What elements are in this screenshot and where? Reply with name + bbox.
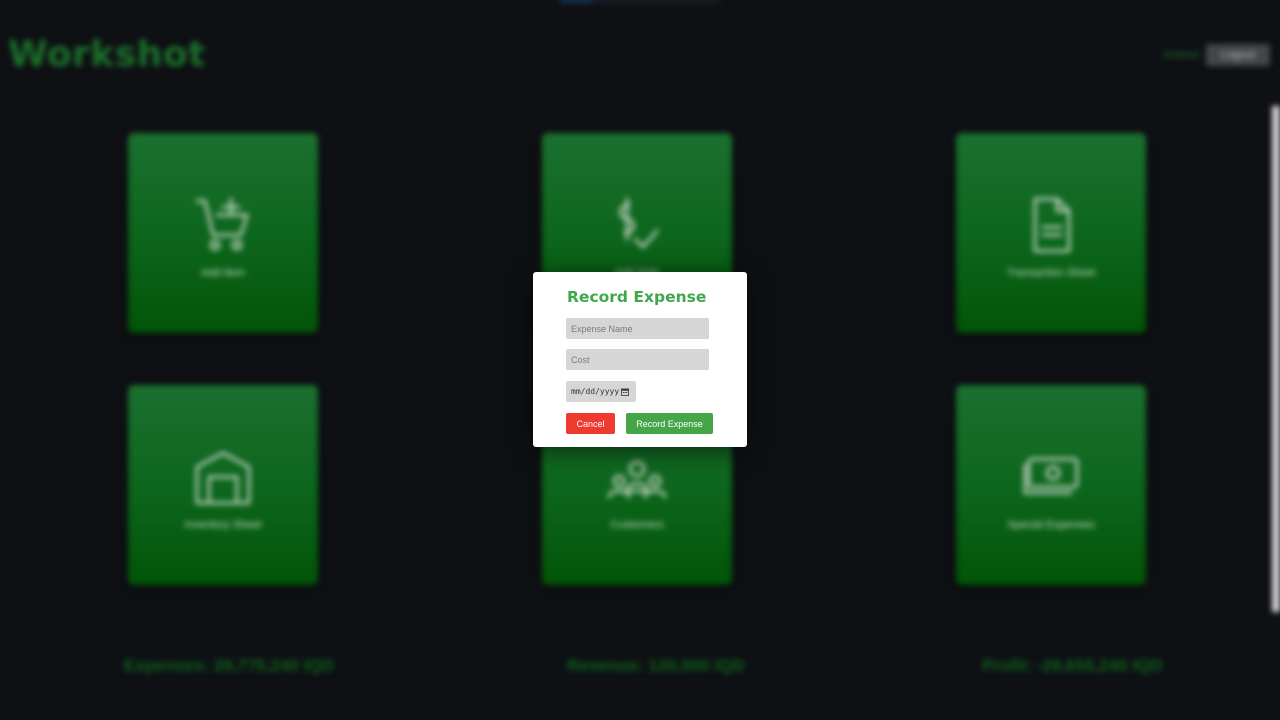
cost-input[interactable] xyxy=(566,349,709,370)
date-input[interactable]: mm/dd/yyyy xyxy=(566,381,636,402)
dialog-title: Record Expense xyxy=(567,288,707,306)
record-expense-dialog: Record Expense mm/dd/yyyy Cancel Record … xyxy=(533,272,747,447)
cancel-button[interactable]: Cancel xyxy=(566,413,615,434)
date-placeholder: mm/dd/yyyy xyxy=(571,387,620,396)
calendar-icon[interactable] xyxy=(621,388,630,396)
expense-name-input[interactable] xyxy=(566,318,709,339)
record-expense-button[interactable]: Record Expense xyxy=(626,413,713,434)
